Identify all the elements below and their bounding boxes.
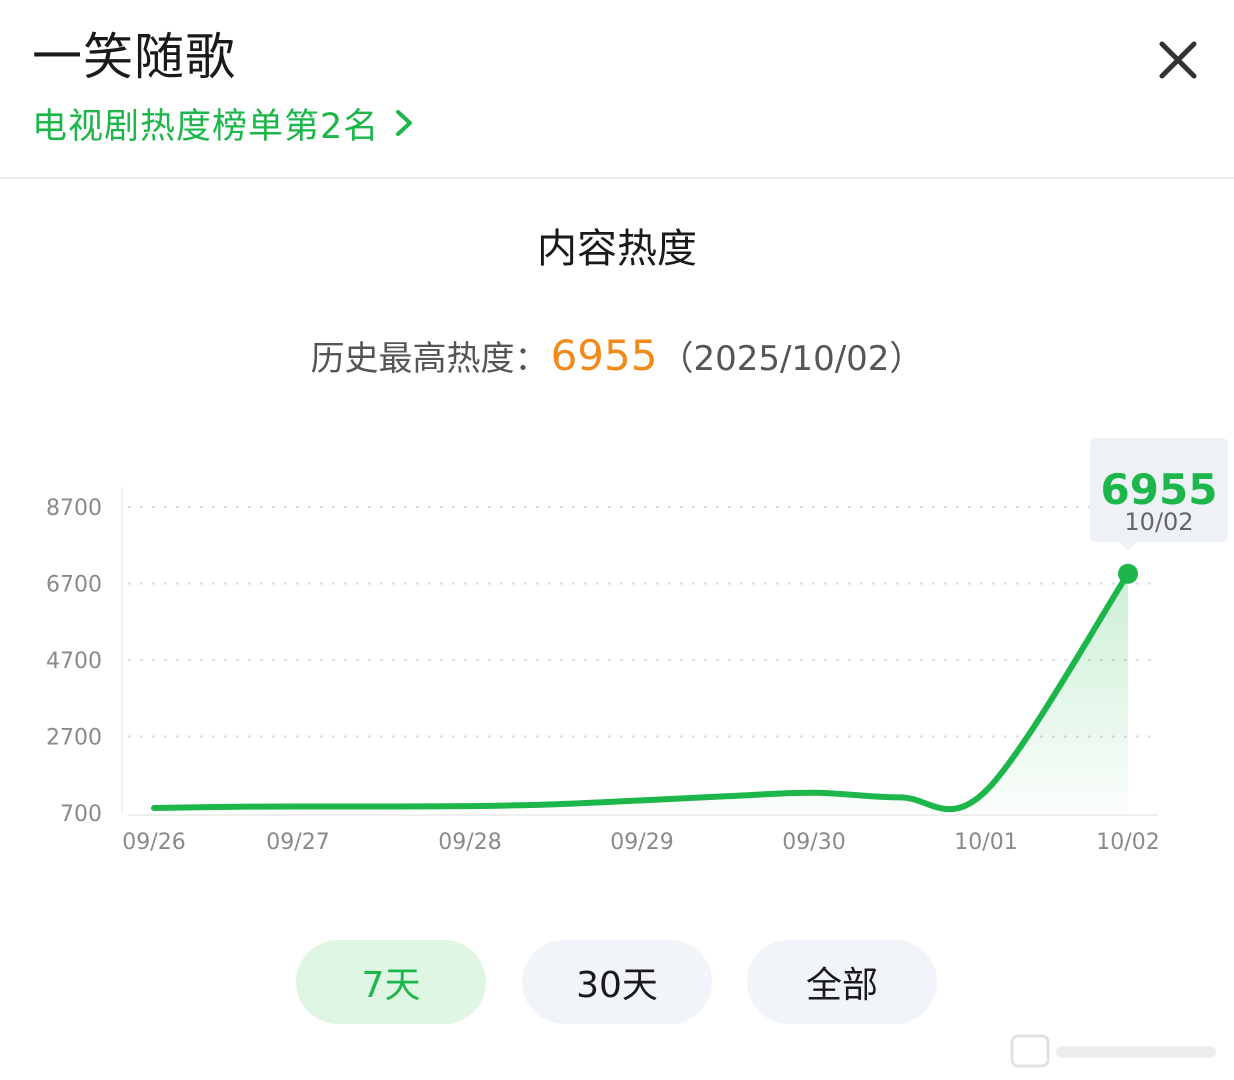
tab-30-days[interactable]: 30天: [522, 940, 712, 1024]
page-title: 一笑随歌: [32, 28, 236, 86]
series-line: [151, 570, 1131, 813]
y-tick-label: 6700: [46, 573, 102, 598]
x-tick-label: 09/28: [438, 830, 501, 855]
series-area: [154, 573, 1128, 813]
y-tick-label: 700: [60, 802, 102, 827]
x-tick-label: 10/02: [1096, 830, 1159, 855]
highlight-point[interactable]: [1118, 563, 1138, 584]
record-label: 历史最高热度：: [310, 339, 549, 379]
y-tick-label: 4700: [46, 649, 102, 674]
tab-7-days[interactable]: 7天: [296, 940, 486, 1024]
record-date: （2025/10/02）: [659, 339, 924, 379]
section-title: 内容热度: [537, 226, 697, 272]
x-tick-label: 09/27: [266, 830, 329, 855]
tab-all[interactable]: 全部: [747, 940, 937, 1024]
popup-sheet: 一笑随歌 电视剧热度榜单第2名 内容热度 历史最高热度：6955（2025/10…: [0, 0, 1234, 1080]
tooltip-value: 6955: [1101, 465, 1218, 514]
tooltip-pointer: [1120, 542, 1136, 551]
heat-chart: 700 2700 4700 6700 8700 09/26 09/27 09/28 09/29 0…: [46, 438, 1228, 855]
y-tick-label: 2700: [46, 726, 102, 751]
x-tick-label: 09/29: [610, 830, 673, 855]
rank-link[interactable]: 电视剧热度榜单第2名: [32, 98, 417, 148]
record-value: 6955: [550, 331, 658, 380]
watermark-decoration: [1010, 1034, 1216, 1068]
header: 一笑随歌 电视剧热度榜单第2名: [0, 0, 1234, 179]
chevron-right-icon: [396, 110, 413, 136]
x-tick-label: 09/30: [782, 830, 845, 855]
rank-label: 电视剧热度榜单第2名: [32, 106, 380, 147]
close-icon[interactable]: [1150, 32, 1206, 88]
y-tick-label: 8700: [46, 496, 102, 521]
tooltip-date: 10/02: [1124, 508, 1193, 536]
x-tick-label: 09/26: [122, 830, 185, 855]
record-line: 历史最高热度：6955（2025/10/02）: [0, 328, 1234, 387]
range-tabs: 7天 30天 全部: [0, 940, 1234, 1024]
x-tick-label: 10/01: [954, 830, 1017, 855]
